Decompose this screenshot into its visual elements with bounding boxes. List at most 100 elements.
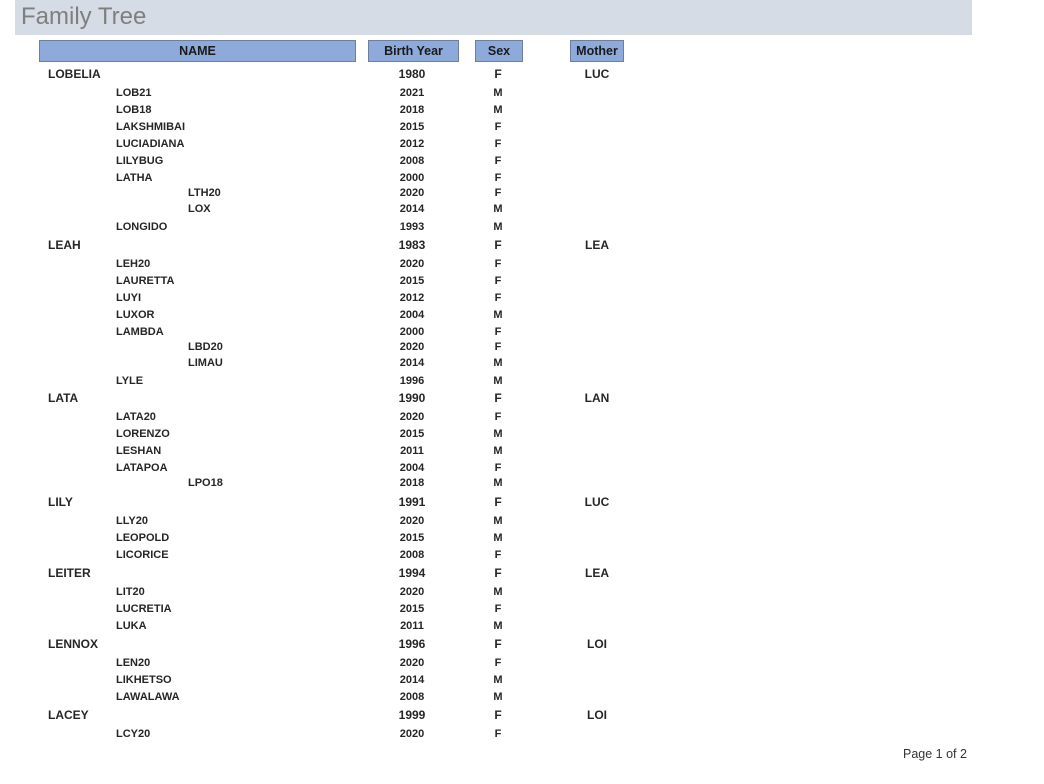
person-name: LEN20 (116, 657, 151, 669)
sex: M (493, 691, 503, 703)
sex: M (493, 674, 503, 686)
birth-year: 2018 (399, 104, 425, 116)
sex: F (494, 172, 502, 184)
person-name: LILY (48, 495, 73, 509)
mother: LUC (584, 67, 610, 81)
person-name: LICORICE (116, 549, 169, 561)
birth-year: 2011 (400, 445, 424, 457)
birth-year: 1994 (398, 566, 426, 580)
birth-year: 2018 (399, 477, 425, 489)
column-header-mother: Mother (570, 40, 624, 62)
person-name: LEAH (48, 238, 81, 252)
person-name: LUKA (116, 620, 147, 632)
birth-year: 1990 (398, 391, 426, 405)
sex: F (494, 187, 502, 199)
sex: M (493, 477, 503, 489)
birth-year: 2021 (399, 87, 425, 99)
sex: F (494, 566, 502, 580)
sex: M (493, 375, 503, 387)
sex: F (494, 728, 502, 740)
sex: F (494, 495, 502, 509)
mother: LEA (585, 238, 609, 252)
column-header-birth-year: Birth Year (368, 40, 459, 62)
mother: LUC (584, 495, 610, 509)
sex: M (493, 428, 503, 440)
birth-year: 2020 (399, 341, 425, 353)
sex: F (494, 67, 502, 81)
sex: M (493, 104, 503, 116)
person-name: LPO18 (188, 477, 223, 489)
birth-year: 2015 (399, 121, 425, 133)
person-name: LIT20 (116, 586, 145, 598)
birth-year: 2000 (399, 172, 425, 184)
person-name: LLY20 (116, 515, 149, 527)
person-name: LEITER (48, 566, 91, 580)
person-name: LIMAU (188, 357, 223, 369)
birth-year: 2008 (399, 691, 425, 703)
birth-year: 2014 (399, 674, 425, 686)
birth-year: 1980 (398, 67, 426, 81)
sex: M (493, 357, 503, 369)
person-name: LATAPOA (116, 462, 168, 474)
person-name: LIKHETSO (116, 674, 172, 686)
person-name: LBD20 (188, 341, 223, 353)
birth-year: 2020 (399, 515, 425, 527)
person-name: LUXOR (116, 309, 155, 321)
person-name: LCY20 (116, 728, 151, 740)
sex: F (494, 292, 502, 304)
sex: M (493, 586, 503, 598)
person-name: LATA20 (116, 411, 156, 423)
birth-year: 2012 (399, 138, 425, 150)
sex: F (494, 549, 502, 561)
column-header-sex: Sex (475, 40, 523, 62)
person-name: LONGIDO (116, 221, 168, 233)
sex: M (493, 221, 503, 233)
birth-year: 1996 (398, 637, 426, 651)
sex: M (493, 532, 503, 544)
person-name: LOX (188, 203, 211, 215)
sex: F (494, 275, 502, 287)
person-name: LESHAN (116, 445, 162, 457)
column-header-name: NAME (39, 40, 356, 62)
sex: M (493, 203, 503, 215)
birth-year: 1999 (398, 708, 426, 722)
person-name: LUYI (116, 292, 142, 304)
birth-year: 2015 (399, 603, 425, 615)
birth-year: 2000 (399, 326, 425, 338)
birth-year: 2020 (399, 586, 425, 598)
sex: F (494, 326, 502, 338)
person-name: LUCRETIA (116, 603, 172, 615)
person-name: LORENZO (116, 428, 170, 440)
sex: F (494, 391, 502, 405)
person-name: LACEY (48, 708, 89, 722)
sex: F (494, 708, 502, 722)
person-name: LILYBUG (116, 155, 164, 167)
mother: LOI (587, 708, 607, 722)
birth-year: 1996 (399, 375, 425, 387)
person-name: LAKSHMIBAI (116, 121, 186, 133)
sex: F (494, 462, 502, 474)
person-name: LOBELIA (48, 67, 101, 81)
birth-year: 1993 (399, 221, 425, 233)
birth-year: 1983 (398, 238, 426, 252)
person-name: LENNOX (48, 637, 99, 651)
birth-year: 2020 (399, 258, 425, 270)
sex: F (494, 121, 502, 133)
birth-year: 2020 (399, 411, 425, 423)
sex: F (494, 603, 502, 615)
person-name: LUCIADIANA (116, 138, 185, 150)
page-number: Page 1 of 2 (903, 747, 967, 761)
birth-year: 2015 (399, 428, 425, 440)
report-title: Family Tree (21, 3, 147, 30)
birth-year: 2020 (399, 728, 425, 740)
sex: F (494, 657, 502, 669)
person-name: LYLE (116, 375, 144, 387)
sex: F (494, 637, 502, 651)
sex: F (494, 155, 502, 167)
person-name: LTH20 (188, 187, 221, 199)
person-name: LAWALAWA (116, 691, 180, 703)
sex: F (494, 341, 502, 353)
birth-year: 2014 (399, 203, 425, 215)
birth-year: 2008 (399, 549, 425, 561)
person-name: LATHA (116, 172, 153, 184)
